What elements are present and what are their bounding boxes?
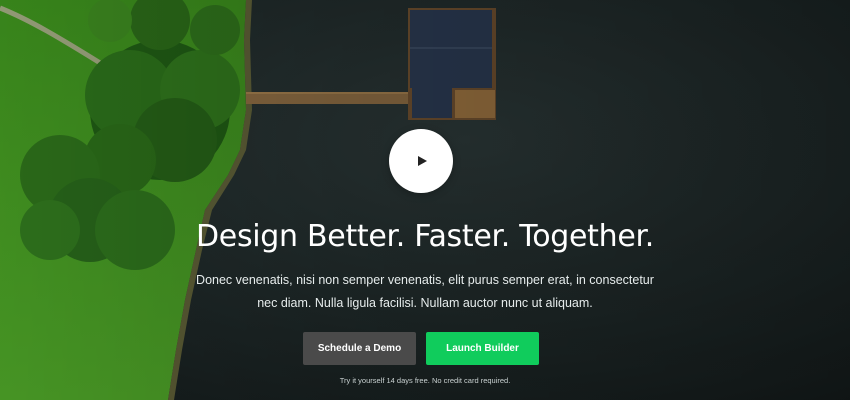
play-icon — [418, 156, 427, 166]
hero-subtext: Donec venenatis, nisi non semper venenat… — [195, 269, 655, 315]
launch-builder-button[interactable]: Launch Builder — [426, 332, 539, 365]
hero-content: Design Better. Faster. Together. Donec v… — [0, 0, 850, 400]
hero-headline: Design Better. Faster. Together. — [195, 219, 654, 254]
trial-note: Try it yourself 14 days free. No credit … — [339, 376, 511, 385]
schedule-demo-button[interactable]: Schedule a Demo — [303, 332, 416, 365]
hero-section: Design Better. Faster. Together. Donec v… — [0, 0, 850, 400]
play-video-button[interactable] — [389, 129, 453, 193]
hero-subtext-line1: Donec venenatis, nisi non semper venenat… — [196, 273, 654, 287]
hero-subtext-line2: nec diam. Nulla ligula facilisi. Nullam … — [257, 296, 593, 310]
